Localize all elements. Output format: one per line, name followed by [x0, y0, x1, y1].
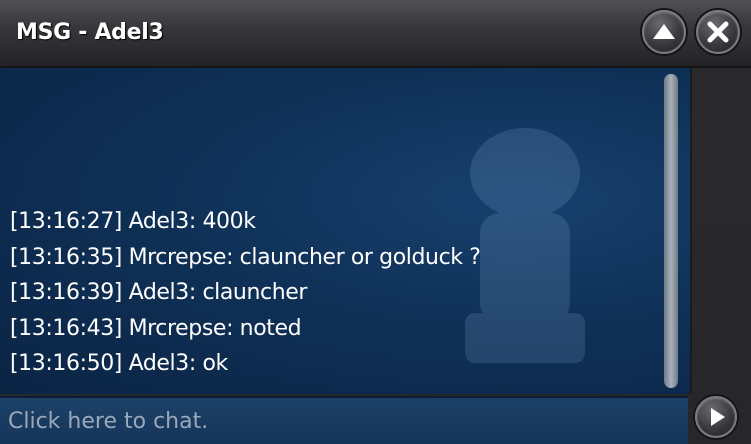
title-bar[interactable]: MSG - Adel3: [0, 0, 751, 68]
chat-message: [13:16:50] Adel3: ok: [10, 351, 228, 376]
minimize-button[interactable]: [642, 10, 686, 54]
chevron-up-icon: [653, 24, 675, 39]
chat-input[interactable]: [0, 398, 688, 444]
send-button[interactable]: [695, 396, 737, 438]
scrollbar[interactable]: [664, 74, 678, 388]
play-arrow-icon: [711, 408, 725, 426]
close-button[interactable]: [696, 10, 740, 54]
scrollbar-thumb[interactable]: [664, 74, 678, 388]
chat-message: [13:16:43] Mrcrepse: noted: [10, 315, 302, 341]
chat-input-bar: [0, 396, 688, 444]
chat-window: MSG - Adel3 [13:16:27] Adel3: 400k [13:1…: [0, 0, 751, 444]
chat-message: [13:16:35] Mrcrepse: clauncher or golduc…: [10, 244, 481, 270]
window-title: MSG - Adel3: [16, 20, 164, 45]
close-icon: [707, 21, 729, 43]
chat-log: [13:16:27] Adel3: 400k [13:16:35] Mrcrep…: [0, 68, 692, 394]
message-list: [13:16:27] Adel3: 400k [13:16:35] Mrcrep…: [10, 204, 655, 382]
chat-message: [13:16:39] Adel3: clauncher: [10, 280, 308, 305]
chat-message: [13:16:27] Adel3: 400k: [10, 209, 256, 234]
